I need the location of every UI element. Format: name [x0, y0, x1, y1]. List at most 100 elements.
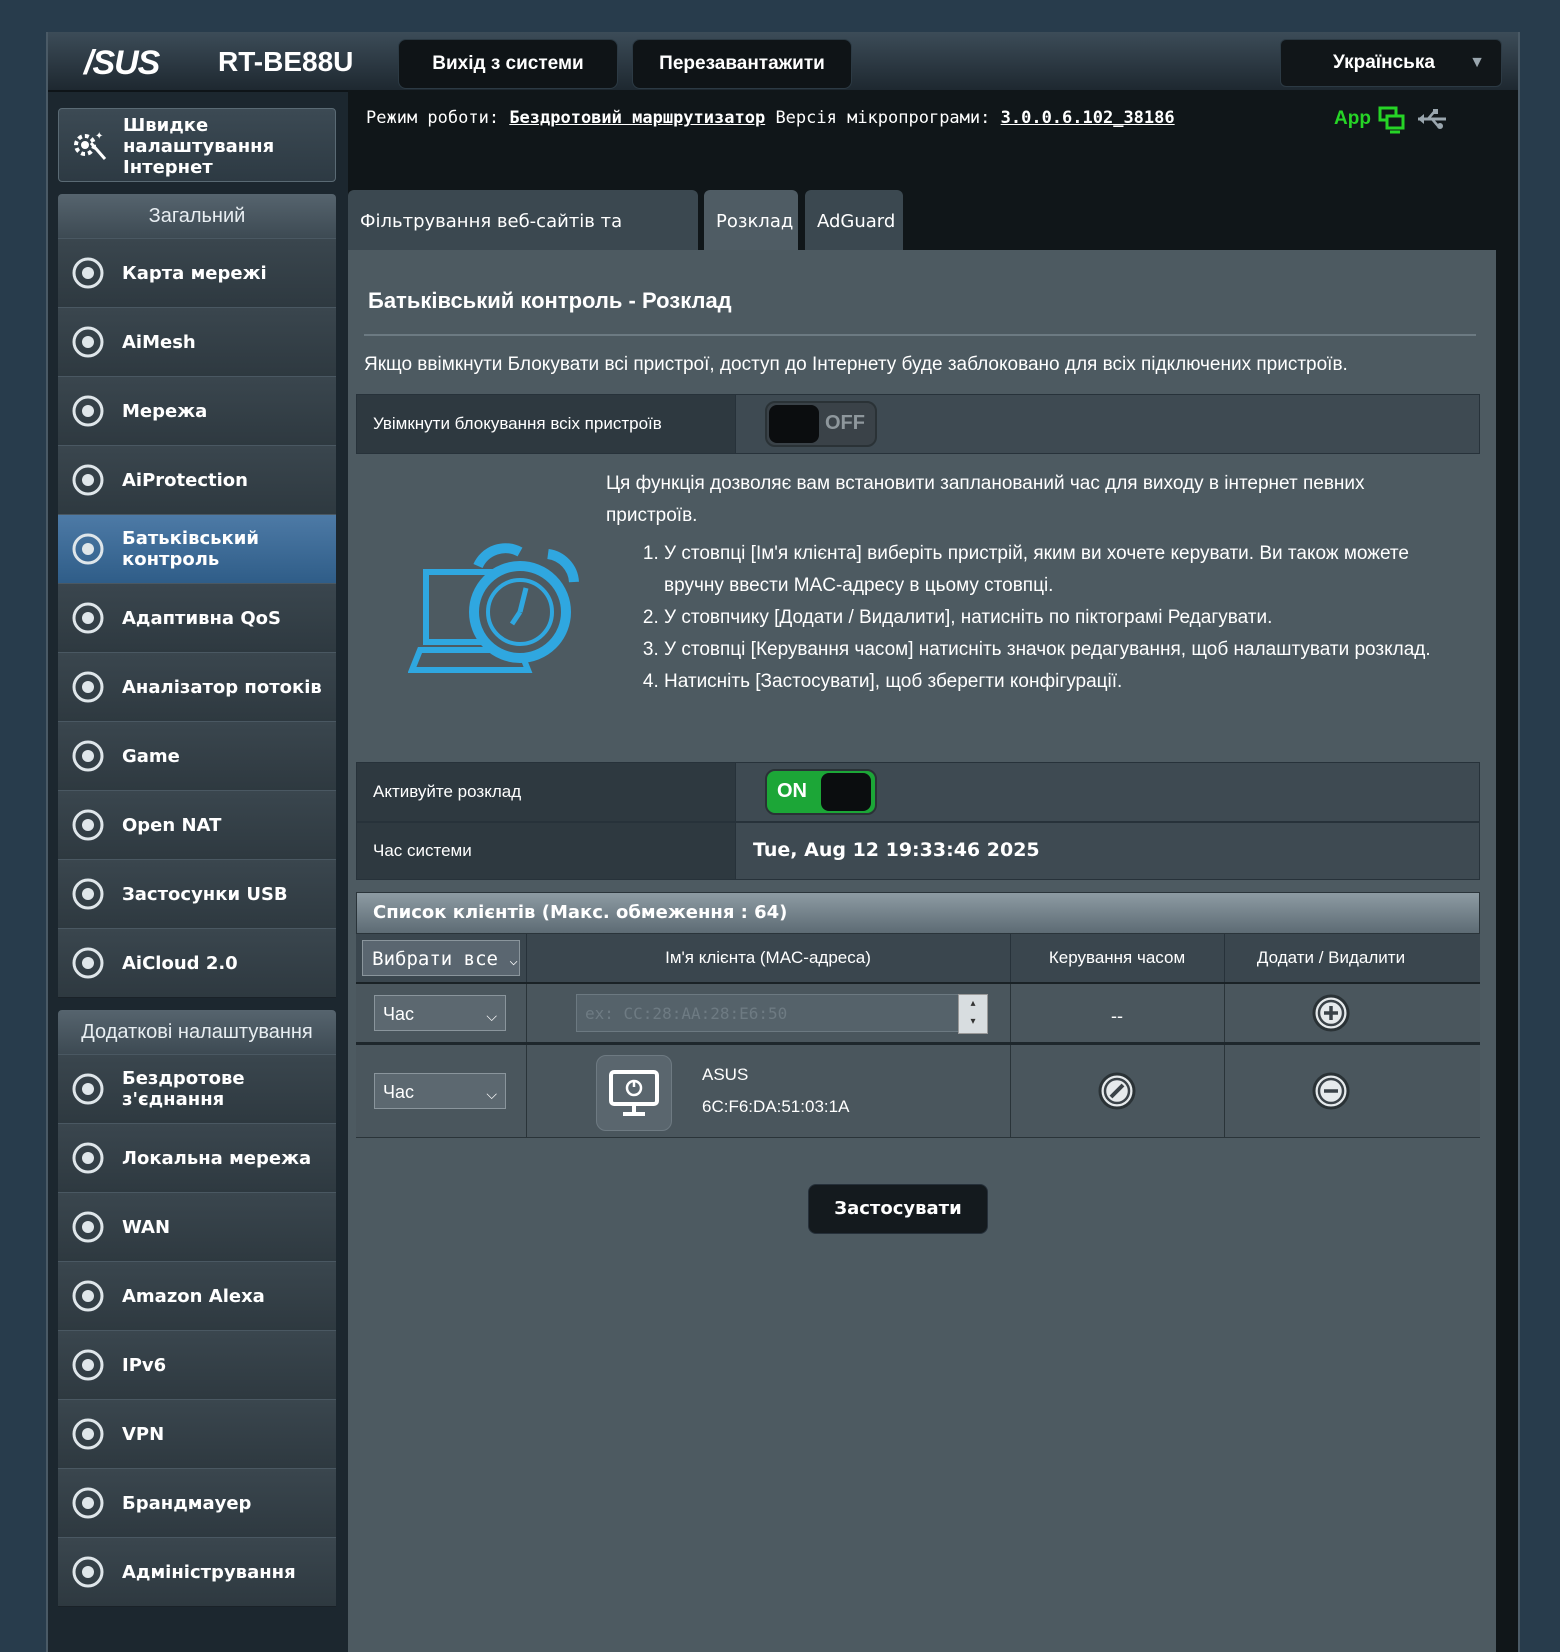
- general-header: Загальний: [58, 194, 336, 238]
- network-map-icon: [72, 257, 104, 289]
- main-content: Режим роботи: Бездротовий маршрутизатор …: [348, 90, 1518, 1652]
- asus-logo: /SUS: [84, 44, 160, 82]
- block-all-note: Якщо ввімкнути Блокувати всі пристрої, д…: [364, 354, 1348, 375]
- sidebar-item[interactable]: Застосунки USB: [58, 859, 336, 929]
- sidebar-item[interactable]: IPv6: [58, 1330, 336, 1400]
- language-select[interactable]: Українська ▼: [1280, 39, 1502, 87]
- step-item: Натисніть [Застосувати], щоб зберегти ко…: [664, 666, 1446, 698]
- sidebar-item[interactable]: Аналізатор потоків: [58, 652, 336, 722]
- sidebar-item[interactable]: Локальна мережа: [58, 1123, 336, 1193]
- parental-control-icon: [72, 533, 104, 565]
- sidebar-item[interactable]: WAN: [58, 1192, 336, 1262]
- select-all-dropdown[interactable]: Вибрати все ⌵: [362, 940, 520, 976]
- sidebar-item[interactable]: Мережа: [58, 376, 336, 446]
- remove-icon[interactable]: [1312, 1072, 1350, 1110]
- firmware-link[interactable]: 3.0.0.6.102_38186: [1001, 108, 1175, 128]
- sidebar-item-label: AiProtection: [122, 469, 248, 491]
- col-client: Ім'я клієнта (MAC-адреса): [526, 934, 1011, 982]
- table-row-new: Час ⌵ ex: CC:28:AA:28:E6:50 ▴ ▾ --: [356, 984, 1480, 1045]
- sidebar-item[interactable]: AiProtection: [58, 445, 336, 515]
- sidebar-item[interactable]: Адміністрування: [58, 1537, 336, 1607]
- sidebar-item[interactable]: Open NAT: [58, 790, 336, 860]
- admin-icon: [72, 1556, 104, 1588]
- schedule-instructions: Ця функція дозволяє вам встановити запла…: [606, 468, 1446, 698]
- firmware-label: Версія мікропрограми:: [775, 108, 991, 128]
- sidebar-item[interactable]: Бездротове з'єднання: [58, 1054, 336, 1124]
- chevron-down-icon: ▼: [1469, 54, 1485, 71]
- steps-list: У стовпці [Ім'я клієнта] виберіть пристр…: [606, 538, 1446, 698]
- ipv6-icon: [72, 1349, 104, 1381]
- mac-dropdown-spinner[interactable]: ▴ ▾: [958, 994, 988, 1034]
- step-item: У стовпчику [Додати / Видалити], натисні…: [664, 602, 1446, 634]
- tab-schedule[interactable]: Розклад: [704, 190, 798, 250]
- chevron-down-icon: ⌵: [486, 1086, 497, 1102]
- schedule-panel: Батьківський контроль - Розклад Якщо вві…: [348, 250, 1496, 1652]
- sidebar-item-label: IPv6: [122, 1354, 167, 1376]
- network-icon: [72, 395, 104, 427]
- table-header: Вибрати все ⌵ Ім'я клієнта (MAC-адреса) …: [356, 934, 1480, 984]
- sidebar-item-label: Брандмауер: [122, 1492, 252, 1514]
- client-device-icon: [596, 1055, 672, 1131]
- sidebar-item-label: Game: [122, 745, 180, 767]
- page-title: Батьківський контроль - Розклад: [368, 288, 732, 313]
- advanced-header: Додаткові налаштування: [58, 1010, 336, 1054]
- toggle-knob: [821, 773, 871, 811]
- vpn-icon: [72, 1418, 104, 1450]
- time-control-empty: --: [1111, 1006, 1123, 1026]
- client-list-title: Список клієнтів (Макс. обмеження : 64): [373, 902, 788, 923]
- title-divider: [364, 334, 1476, 336]
- tab-adguard[interactable]: AdGuard: [805, 190, 903, 250]
- sidebar-item[interactable]: AiCloud 2.0: [58, 928, 336, 998]
- edit-schedule-icon[interactable]: [1098, 1072, 1136, 1110]
- add-icon[interactable]: [1312, 994, 1350, 1032]
- toggle-state: ON: [777, 780, 807, 802]
- schedule-enable-row: Активуйте розклад ON: [356, 762, 1480, 822]
- col-add-remove: Додати / Видалити: [1256, 948, 1406, 967]
- block-all-label: Увімкнути блокування всіх пристроїв: [373, 414, 662, 433]
- computer-icon: [609, 1070, 659, 1116]
- sidebar-item[interactable]: AiMesh: [58, 307, 336, 377]
- sidebar-item[interactable]: VPN: [58, 1399, 336, 1469]
- reboot-button[interactable]: Перезавантажити: [632, 39, 852, 89]
- mac-input[interactable]: ex: CC:28:AA:28:E6:50: [576, 994, 960, 1032]
- mode-select[interactable]: Час ⌵: [374, 1073, 506, 1109]
- quick-setup-button[interactable]: ✦ Швидке налаштування Інтернет: [58, 108, 336, 182]
- usb-icon[interactable]: [1416, 108, 1450, 130]
- sidebar-item[interactable]: Карта мережі: [58, 238, 336, 308]
- sidebar-item-label: Open NAT: [122, 814, 222, 836]
- schedule-label: Активуйте розклад: [373, 782, 522, 801]
- aimesh-icon: [72, 326, 104, 358]
- schedule-toggle[interactable]: ON: [765, 769, 877, 815]
- apply-button[interactable]: Застосувати: [808, 1184, 988, 1234]
- sidebar-item-label: Батьківський контроль: [122, 528, 259, 570]
- aiprotection-icon: [72, 464, 104, 496]
- sidebar-item[interactable]: Батьківський контроль: [58, 514, 336, 584]
- sidebar-item-label: WAN: [122, 1216, 171, 1238]
- sidebar-item[interactable]: Брандмауер: [58, 1468, 336, 1538]
- sidebar-item-label: Застосунки USB: [122, 883, 288, 905]
- logout-button[interactable]: Вихід з системи: [398, 39, 618, 89]
- sidebar-item-label: AiCloud 2.0: [122, 952, 238, 974]
- wireless-icon: [72, 1073, 104, 1105]
- system-time-row: Час системи Tue, Aug 12 19:33:46 2025: [356, 822, 1480, 880]
- sidebar-item-label: Адміністрування: [122, 1561, 296, 1583]
- app-link[interactable]: App: [1334, 108, 1371, 130]
- app-devices-icon[interactable]: [1378, 106, 1406, 134]
- tab-web-filter[interactable]: Фільтрування веб-сайтів та програм: [348, 190, 698, 296]
- sidebar-item-label: AiMesh: [122, 331, 196, 353]
- step-item: У стовпці [Ім'я клієнта] виберіть пристр…: [664, 538, 1446, 602]
- firewall-icon: [72, 1487, 104, 1519]
- sidebar-item-label: Бездротове з'єднання: [122, 1068, 245, 1110]
- router-frame: /SUS RT-BE88U Вихід з системи Перезавант…: [46, 32, 1520, 1652]
- sidebar-item[interactable]: Game: [58, 721, 336, 791]
- sidebar-item[interactable]: Amazon Alexa: [58, 1261, 336, 1331]
- sidebar-item[interactable]: Адаптивна QoS: [58, 583, 336, 653]
- alexa-icon: [72, 1280, 104, 1312]
- intro-text: Ця функція дозволяє вам встановити запла…: [606, 473, 1365, 526]
- mode-link[interactable]: Бездротовий маршрутизатор: [509, 108, 765, 128]
- top-bar: /SUS RT-BE88U Вихід з системи Перезавант…: [48, 32, 1518, 92]
- sidebar-item-label: Мережа: [122, 400, 208, 422]
- status-line: Режим роботи: Бездротовий маршрутизатор …: [366, 108, 1175, 128]
- block-all-toggle[interactable]: OFF: [765, 401, 877, 447]
- mode-select[interactable]: Час ⌵: [374, 995, 506, 1031]
